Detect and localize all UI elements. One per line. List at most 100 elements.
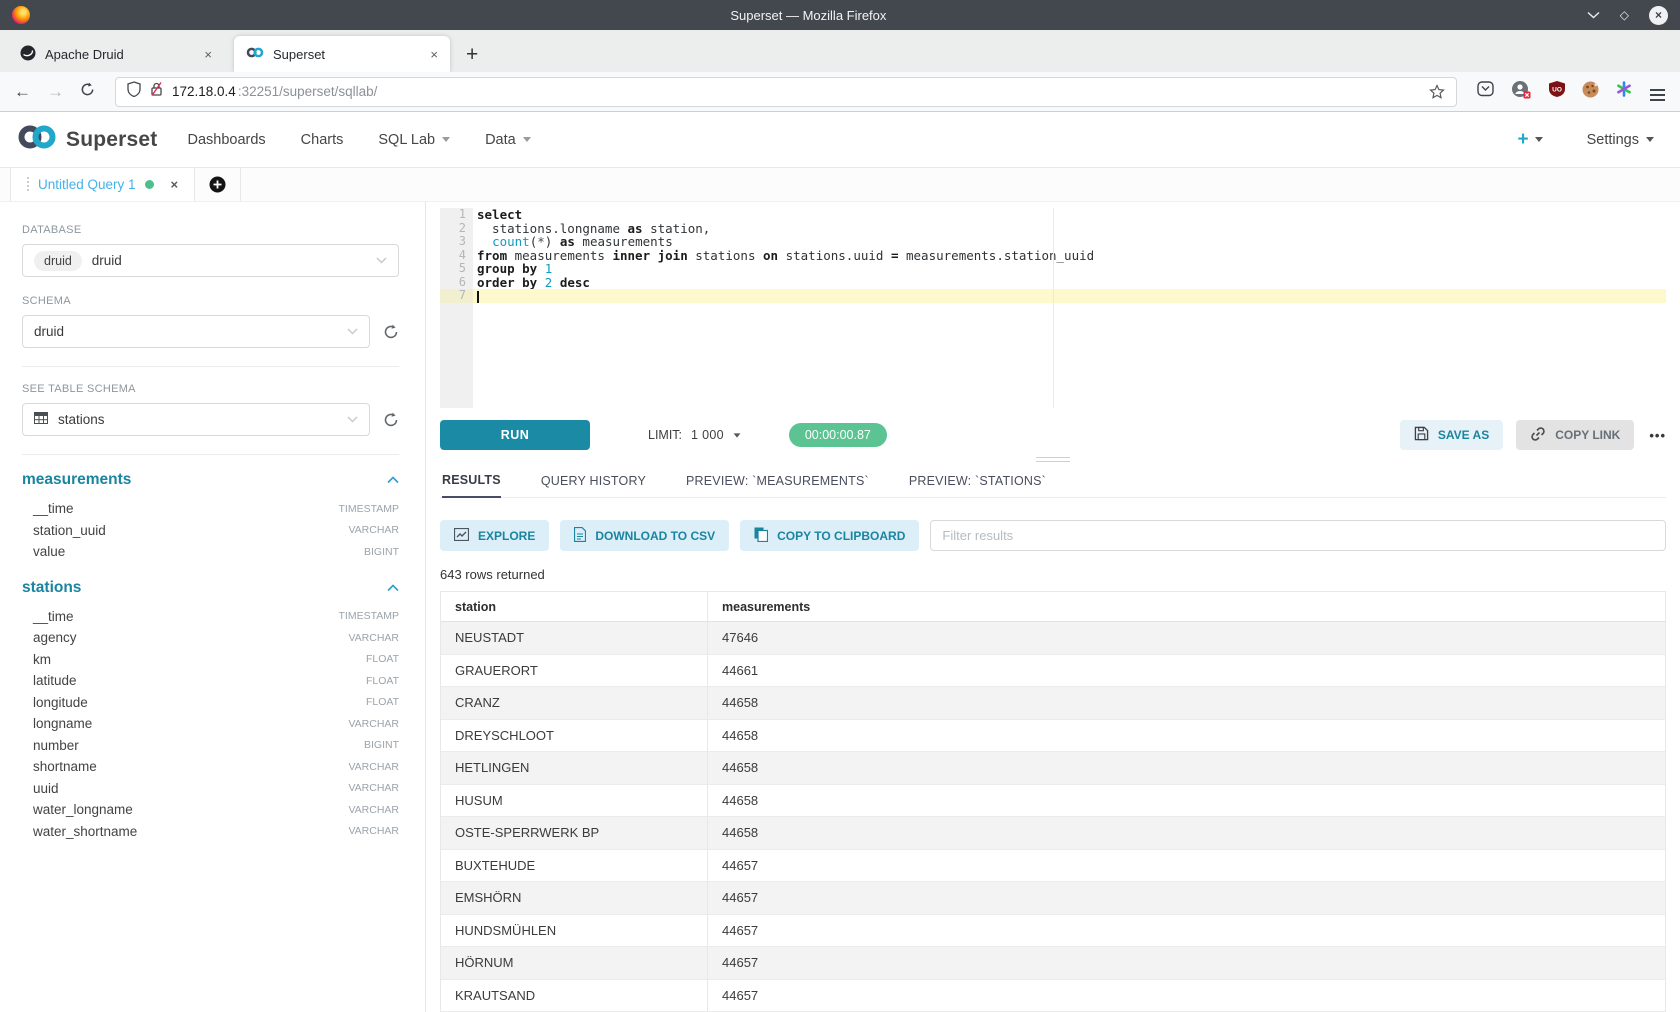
column-type: VARCHAR [348, 632, 399, 644]
refresh-schemas-icon[interactable] [383, 324, 399, 340]
download-csv-button[interactable]: DOWNLOAD TO CSV [560, 520, 729, 551]
window-maximize-icon[interactable]: ◇ [1620, 8, 1629, 22]
drag-handle-icon[interactable] [27, 177, 29, 192]
column-row[interactable]: agency VARCHAR [22, 627, 399, 649]
results-tab[interactable]: RESULTS [442, 473, 501, 498]
panel-resize-handle[interactable] [440, 450, 1666, 468]
nav-item[interactable]: Dashboards [187, 132, 265, 148]
column-name: number [33, 738, 79, 753]
column-row[interactable]: __time TIMESTAMP [22, 606, 399, 628]
copy-to-clipboard-button[interactable]: COPY TO CLIPBOARD [740, 520, 919, 551]
column-row[interactable]: water_shortname VARCHAR [22, 821, 399, 843]
column-row[interactable]: water_longname VARCHAR [22, 799, 399, 821]
tracking-shield-icon[interactable] [127, 81, 141, 102]
column-row[interactable]: station_uuid VARCHAR [22, 520, 399, 542]
settings-menu[interactable]: Settings [1587, 132, 1654, 148]
sql-editor[interactable]: 1select2 stations.longname as station,3 … [440, 208, 1666, 408]
table-row[interactable]: HÖRNUM 44657 [441, 947, 1665, 980]
table-row[interactable]: HUSUM 44658 [441, 785, 1665, 818]
pocket-icon[interactable] [1477, 81, 1494, 102]
bookmark-star-icon[interactable] [1429, 84, 1445, 100]
sparkle-extension-icon[interactable] [1616, 81, 1632, 102]
superset-brand[interactable]: Superset [16, 123, 157, 156]
results-tab[interactable]: PREVIEW: `STATIONS` [909, 474, 1046, 497]
table-row[interactable]: CRANZ 44658 [441, 687, 1665, 720]
limit-dropdown[interactable]: LIMIT: 1 000 [648, 428, 741, 442]
superset-logo-icon [16, 123, 58, 156]
tab-close-icon[interactable]: × [204, 47, 212, 62]
window-menu-chevron-icon[interactable] [1587, 6, 1600, 24]
cell-station: OSTE-SPERRWERK BP [441, 817, 708, 849]
window-titlebar: Superset — Mozilla Firefox ◇ × [0, 0, 1680, 30]
more-options-button[interactable]: ••• [1649, 428, 1666, 443]
column-row[interactable]: uuid VARCHAR [22, 778, 399, 800]
database-select-value: druid [92, 253, 122, 268]
column-type: VARCHAR [348, 782, 399, 794]
query-tab-untitled-query-1[interactable]: Untitled Query 1 × [10, 168, 195, 201]
nav-item[interactable]: SQL Lab [378, 132, 450, 148]
tab-close-icon[interactable]: × [430, 47, 438, 62]
browser-tab-superset[interactable]: Superset × [234, 36, 450, 72]
table-row[interactable]: HUNDSMÜHLEN 44657 [441, 915, 1665, 948]
url-bar[interactable]: 172.18.0.4 :32251/superset/sqllab/ [115, 77, 1457, 107]
column-row[interactable]: value BIGINT [22, 541, 399, 563]
copy-to-clipboard-label: COPY TO CLIPBOARD [777, 529, 905, 543]
column-type: VARCHAR [348, 761, 399, 773]
table-row[interactable]: BUXTEHUDE 44657 [441, 850, 1665, 883]
column-row[interactable]: number BIGINT [22, 735, 399, 757]
results-tab[interactable]: PREVIEW: `MEASUREMENTS` [686, 474, 869, 497]
column-row[interactable]: shortname VARCHAR [22, 756, 399, 778]
header-measurements[interactable]: measurements [708, 600, 824, 614]
cell-measurements: 44658 [708, 793, 772, 808]
column-row[interactable]: __time TIMESTAMP [22, 498, 399, 520]
cookie-extension-icon[interactable] [1582, 81, 1599, 103]
account-extension-icon[interactable] [1511, 80, 1532, 104]
chevron-up-icon[interactable] [387, 584, 399, 592]
column-row[interactable]: longitude FLOAT [22, 692, 399, 714]
forward-button[interactable]: → [47, 83, 64, 100]
new-tab-button[interactable]: + [466, 44, 478, 65]
nav-item[interactable]: Data [485, 132, 531, 148]
chevron-up-icon[interactable] [387, 476, 399, 484]
table-row[interactable]: OSTE-SPERRWERK BP 44658 [441, 817, 1665, 850]
insecure-lock-icon[interactable] [150, 81, 163, 102]
header-station[interactable]: station [441, 592, 708, 621]
schema-select[interactable]: druid [22, 315, 370, 348]
window-title: Superset — Mozilla Firefox [30, 8, 1587, 23]
refresh-tables-icon[interactable] [383, 412, 399, 428]
table-row[interactable]: DREYSCHLOOT 44658 [441, 720, 1665, 753]
close-query-tab-icon[interactable]: × [171, 177, 179, 192]
copy-link-button[interactable]: COPY LINK [1516, 420, 1634, 450]
table-row[interactable]: NEUSTADT 47646 [441, 622, 1665, 655]
run-button[interactable]: RUN [440, 420, 590, 450]
back-button[interactable]: ← [14, 83, 31, 100]
save-as-button[interactable]: SAVE AS [1400, 420, 1503, 450]
table-row[interactable]: HETLINGEN 44658 [441, 752, 1665, 785]
table-section-stations[interactable]: stations [22, 579, 81, 597]
explore-button[interactable]: EXPLORE [440, 520, 549, 551]
filter-results-input[interactable] [930, 520, 1666, 551]
cell-station: HETLINGEN [441, 752, 708, 784]
browser-tab-apache-druid[interactable]: Apache Druid × [8, 36, 224, 72]
column-row[interactable]: longname VARCHAR [22, 713, 399, 735]
menu-button[interactable] [1649, 83, 1666, 101]
nav-item[interactable]: Charts [301, 132, 344, 148]
database-type-pill: druid [34, 251, 82, 271]
window-close-button[interactable]: × [1649, 6, 1668, 25]
new-item-menu[interactable]: + [1517, 130, 1542, 149]
column-row[interactable]: km FLOAT [22, 649, 399, 671]
add-query-tab-button[interactable] [195, 168, 241, 201]
database-label: DATABASE [22, 224, 399, 236]
table-row[interactable]: KRAUTSAND 44657 [441, 980, 1665, 1012]
results-tab[interactable]: QUERY HISTORY [541, 474, 646, 497]
reload-button[interactable] [80, 82, 95, 102]
table-select[interactable]: stations [22, 403, 370, 436]
table-row[interactable]: EMSHÖRN 44657 [441, 882, 1665, 915]
column-row[interactable]: latitude FLOAT [22, 670, 399, 692]
table-section-measurements[interactable]: measurements [22, 471, 131, 489]
table-row[interactable]: GRAUERORT 44661 [441, 655, 1665, 688]
ublock-icon[interactable]: UO [1549, 81, 1565, 102]
column-name: agency [33, 630, 77, 645]
database-select[interactable]: druid druid [22, 244, 399, 277]
line-number: 4 [440, 249, 473, 263]
